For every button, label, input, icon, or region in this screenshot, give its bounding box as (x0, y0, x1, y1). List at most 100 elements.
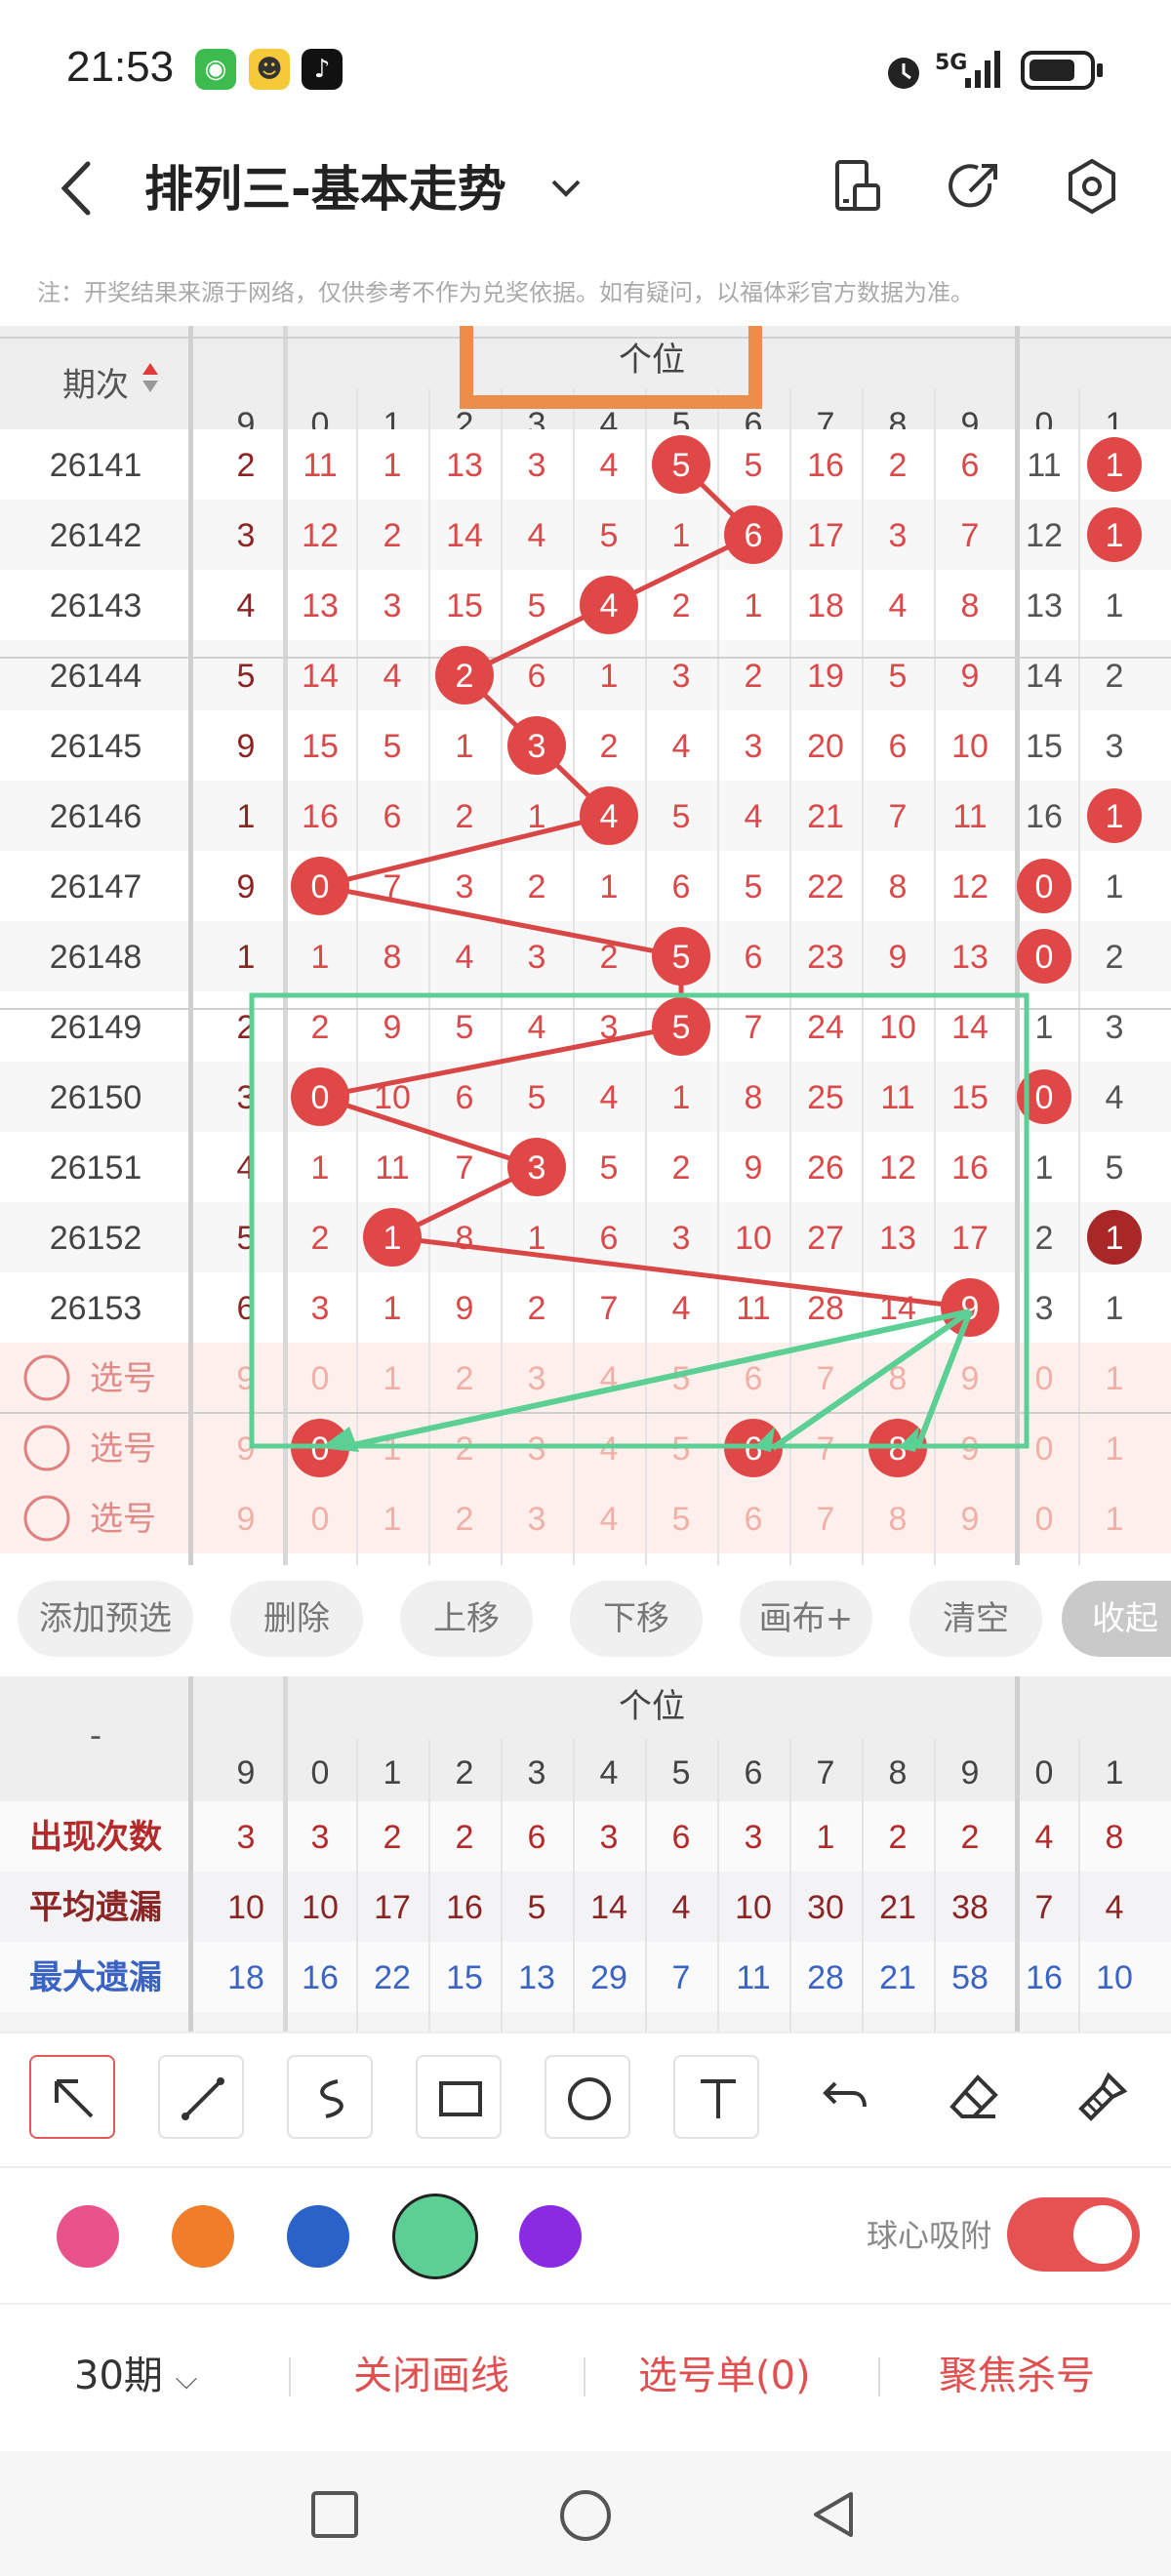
pick-number[interactable]: 2 (456, 1360, 474, 1397)
color-purple-swatch[interactable] (519, 2205, 582, 2268)
hit-ball-number: 6 (745, 517, 763, 554)
chevron-down-icon[interactable] (542, 164, 590, 213)
pick-number[interactable]: 1 (1106, 1360, 1124, 1397)
back-nav-icon[interactable] (808, 2488, 861, 2541)
move-down-button[interactable]: 下移 (570, 1581, 703, 1657)
pick-number[interactable]: 0 (1035, 1360, 1054, 1397)
pick-number[interactable]: 3 (528, 1430, 546, 1468)
trend-grid[interactable]: 期次个位9 0 1 2 3 4 5 6 7 8 9 0 126141261422614326144261… (0, 326, 1171, 1565)
line-tool[interactable] (158, 2055, 244, 2139)
pick-number[interactable]: 0 (311, 1501, 330, 1538)
pick-number[interactable]: 1 (1106, 1501, 1124, 1538)
pick-number[interactable]: 9 (237, 1501, 256, 1538)
pick-number[interactable]: 5 (672, 1430, 691, 1468)
pick-number[interactable]: 1 (1106, 1430, 1124, 1468)
battery-icon (1021, 51, 1103, 90)
pick-number[interactable]: 6 (745, 1360, 763, 1397)
snap-toggle[interactable] (1007, 2197, 1140, 2272)
collapse-button[interactable]: 收起 (1062, 1581, 1171, 1657)
cell-value: 5 (672, 798, 691, 835)
layout-switch-icon[interactable] (828, 156, 888, 217)
stats-column-header: 1 (384, 1754, 402, 1791)
close-drawing-button[interactable]: 关闭画线 (353, 2344, 509, 2400)
stats-table: - 个位 9 0 1 2 3 4 5 6 7 8 9 0 1 出现次数 3 3 2 2 6 3 6 3 1 2 2 4 8 平均遗漏 10 1… (0, 1676, 1171, 2032)
trend-chart[interactable]: 期次 个位 9 0 1 2 3 4 5 6 7 8 9 0 1 26141 26142 26143 26144 261… (0, 326, 1171, 1565)
eraser-tool[interactable] (931, 2055, 1017, 2139)
pick-number[interactable]: 6 (745, 1501, 763, 1538)
cell-value: 12 (951, 868, 989, 906)
pick-number[interactable]: 4 (600, 1430, 619, 1468)
cell-value: 4 (745, 798, 763, 835)
pick-list-button[interactable]: 选号单(0) (638, 2344, 811, 2400)
pick-actions: 添加预选 删除 上移 下移 画布+ 清空 收起 (0, 1573, 1171, 1670)
pick-number[interactable]: 5 (672, 1360, 691, 1397)
cell-value: 7 (889, 798, 908, 835)
cell-value: 22 (807, 868, 844, 906)
pick-number[interactable]: 3 (528, 1360, 546, 1397)
pick-number[interactable]: 7 (817, 1430, 835, 1468)
hit-ball-number: 3 (528, 1149, 546, 1187)
page-title[interactable]: 排列三-基本走势 (144, 150, 506, 221)
pick-number[interactable]: 5 (672, 1501, 691, 1538)
cell-value: 6 (600, 1220, 619, 1257)
color-pink-swatch[interactable] (57, 2205, 119, 2268)
table-row (0, 710, 1171, 781)
cell-value: 11 (375, 1149, 409, 1187)
period-header[interactable]: 期次 (62, 366, 129, 405)
pick-number[interactable]: 0 (1035, 1430, 1054, 1468)
pick-number[interactable]: 0 (311, 1360, 330, 1397)
focus-kill-button[interactable]: 聚焦杀号 (939, 2344, 1095, 2400)
recents-icon[interactable] (308, 2488, 361, 2541)
cell-value: 2 (311, 1009, 330, 1046)
table-row (0, 1062, 1171, 1132)
settings-icon[interactable] (1062, 156, 1122, 217)
share-icon[interactable] (945, 156, 1005, 217)
back-icon[interactable] (49, 154, 107, 222)
pick-number[interactable]: 2 (456, 1501, 474, 1538)
home-icon[interactable] (558, 2488, 613, 2543)
color-green-swatch[interactable] (392, 2194, 478, 2279)
cell-value: 6 (745, 939, 763, 976)
pick-number[interactable]: 4 (600, 1501, 619, 1538)
move-up-button[interactable]: 上移 (400, 1581, 533, 1657)
cell-value: 8 (456, 1220, 474, 1257)
color-blue-swatch[interactable] (287, 2205, 349, 2268)
canvas-plus-button[interactable]: 画布+ (740, 1581, 872, 1657)
cell-value: 3 (745, 728, 763, 765)
line-icon (182, 2077, 224, 2120)
circle-tool[interactable] (545, 2055, 630, 2139)
undo-tool[interactable] (802, 2055, 888, 2139)
rectangle-tool[interactable] (416, 2055, 502, 2139)
pick-number[interactable]: 1 (384, 1360, 402, 1397)
cell-value: 2 (311, 1220, 330, 1257)
clear-brush-tool[interactable] (1060, 2055, 1146, 2139)
pick-number[interactable]: 9 (961, 1501, 980, 1538)
color-orange-swatch[interactable] (172, 2205, 234, 2268)
curve-tool[interactable] (287, 2055, 373, 2139)
cell-value: 1 (745, 587, 763, 624)
pick-number[interactable]: 9 (961, 1360, 980, 1397)
cell-value: 4 (600, 447, 619, 484)
pick-number[interactable]: 9 (961, 1430, 980, 1468)
cell-value: 2 (456, 798, 474, 835)
pick-number[interactable]: 3 (528, 1501, 546, 1538)
stats-value: 16 (302, 1959, 339, 1996)
period-select[interactable]: 30期 ⌵ (74, 2344, 197, 2400)
delete-button[interactable]: 删除 (230, 1581, 363, 1657)
stats-value: 4 (1035, 1819, 1054, 1856)
cell-value: 13 (302, 587, 339, 624)
text-tool[interactable] (673, 2055, 759, 2139)
pick-number[interactable]: 7 (817, 1360, 835, 1397)
cell-value: 7 (600, 1290, 619, 1327)
add-preselect-button[interactable]: 添加预选 (18, 1581, 193, 1657)
select-arrow-tool[interactable] (29, 2055, 115, 2139)
pick-number[interactable]: 2 (456, 1430, 474, 1468)
pick-number[interactable]: 1 (384, 1501, 402, 1538)
pick-number[interactable]: 0 (1035, 1501, 1054, 1538)
cell-value: 2 (745, 658, 763, 695)
cell-value: 3 (237, 517, 256, 554)
cell-value: 27 (807, 1220, 844, 1257)
pick-number[interactable]: 8 (889, 1501, 908, 1538)
pick-number[interactable]: 7 (817, 1501, 835, 1538)
clear-button[interactable]: 清空 (909, 1581, 1042, 1657)
